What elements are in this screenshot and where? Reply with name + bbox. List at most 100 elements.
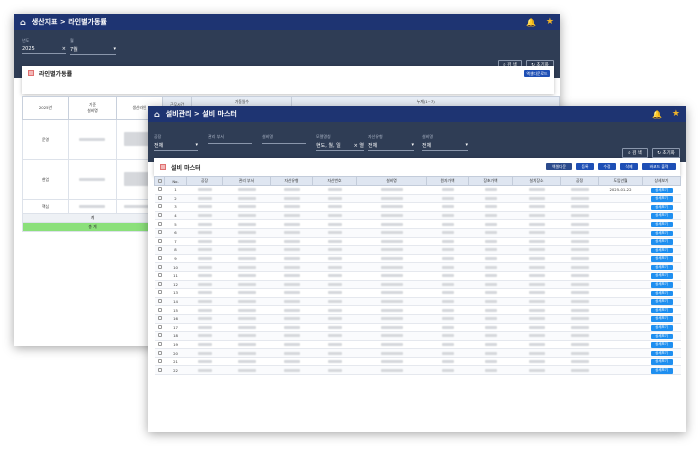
detail-view-button[interactable]: 상세보기 <box>650 368 673 374</box>
detail-view-button[interactable]: 상세보기 <box>650 290 673 297</box>
star-icon[interactable]: ★ <box>672 109 680 119</box>
detail-view-button[interactable]: 상세보기 <box>650 239 673 245</box>
table-row[interactable]: 7 상세보기 <box>154 237 681 247</box>
detail-view-button[interactable]: 상세보기 <box>650 325 673 331</box>
table-row[interactable]: 2 상세보기 <box>154 194 681 204</box>
row-checkbox[interactable] <box>157 238 162 243</box>
column-header[interactable]: 설치장소 <box>512 176 561 186</box>
detail-view-button[interactable]: 상세보기 <box>650 299 673 305</box>
department-filter[interactable]: 관리 부서 <box>208 134 252 144</box>
row-checkbox[interactable] <box>157 204 162 209</box>
column-header[interactable]: 자산유형 <box>270 176 313 186</box>
table-row[interactable]: 20 상세보기 <box>154 348 681 358</box>
star-icon[interactable]: ★ <box>546 17 554 27</box>
column-header[interactable]: 자산번호 <box>312 176 357 186</box>
column-header[interactable]: 공정 <box>560 176 599 186</box>
row-checkbox[interactable] <box>157 359 162 364</box>
detail-view-button[interactable]: 상세보기 <box>650 256 673 262</box>
detail-view-button[interactable]: 상세보기 <box>650 204 673 211</box>
row-checkbox[interactable] <box>157 281 162 286</box>
row-checkbox[interactable] <box>157 273 162 278</box>
table-row[interactable]: 8 상세보기 <box>154 245 681 255</box>
table-row[interactable]: 15 상세보기 <box>154 305 681 315</box>
detail-view-button[interactable]: 상세보기 <box>650 316 673 322</box>
search-button[interactable]: ⌕ 검 색 <box>622 148 648 158</box>
table-row[interactable]: 22 상세보기 <box>154 365 681 376</box>
asset-type-filter[interactable]: 자산유형 전체 ▾ <box>368 134 414 151</box>
detail-view-button[interactable]: 상세보기 <box>650 282 673 288</box>
detail-view-button[interactable]: 상세보기 <box>650 264 673 271</box>
factory-filter[interactable]: 공장 전체 ▾ <box>154 134 198 151</box>
detail-view-button[interactable]: 상세보기 <box>650 187 673 194</box>
detail-view-button[interactable]: 상세보기 <box>650 359 673 365</box>
table-row[interactable]: 12 상세보기 <box>154 280 681 290</box>
excel-download-button[interactable]: 엑셀다운 <box>546 163 572 170</box>
row-checkbox[interactable] <box>157 341 162 346</box>
detail-view-button[interactable]: 상세보기 <box>650 307 673 314</box>
edit-button[interactable]: 수정 <box>598 163 616 170</box>
equipment-name-filter[interactable]: 설비명 <box>262 134 306 144</box>
row-checkbox[interactable] <box>157 195 162 200</box>
table-row[interactable]: 1 2025-01-22 상세보기 <box>154 185 681 195</box>
delete-button[interactable]: 삭제 <box>620 163 638 170</box>
barcode-print-button[interactable]: 바코드 출력 <box>642 163 676 170</box>
column-header[interactable]: 상세보기 <box>642 176 681 186</box>
equipment-filter[interactable]: 설비명 전체 ▾ <box>422 134 468 151</box>
detail-view-button[interactable]: 상세보기 <box>650 273 673 279</box>
year-filter[interactable]: 년도 2025 × <box>22 38 66 54</box>
table-row[interactable]: 5 상세보기 <box>154 219 681 229</box>
month-filter[interactable]: 월 7월 ▾ <box>70 38 116 55</box>
row-checkbox[interactable] <box>157 324 162 329</box>
clear-icon[interactable]: × 열 <box>354 142 364 149</box>
column-header[interactable]: 관리 부서 <box>222 176 271 186</box>
column-header[interactable]: 원자가액 <box>426 176 469 186</box>
row-checkbox[interactable] <box>157 316 162 321</box>
table-row[interactable]: 21 상세보기 <box>154 357 681 367</box>
row-checkbox[interactable] <box>157 221 162 226</box>
table-row[interactable]: 17 상세보기 <box>154 323 681 333</box>
register-button[interactable]: 등록 <box>576 163 594 170</box>
detail-view-button[interactable]: 상세보기 <box>650 350 673 357</box>
row-checkbox[interactable] <box>157 299 162 304</box>
column-header[interactable]: 설비명 <box>356 176 427 186</box>
model-filter[interactable]: 모델명칭 현도, 월, 일 × 열 <box>316 134 364 151</box>
clear-icon[interactable]: × <box>62 46 66 52</box>
table-row[interactable]: 13 상세보기 <box>154 288 681 298</box>
table-row[interactable]: 9 상세보기 <box>154 254 681 264</box>
detail-view-button[interactable]: 상세보기 <box>650 221 673 228</box>
detail-view-button[interactable]: 상세보기 <box>650 342 673 348</box>
row-checkbox[interactable] <box>157 350 162 355</box>
table-row[interactable]: 4 상세보기 <box>154 211 681 221</box>
bell-icon[interactable]: 🔔 <box>652 110 662 119</box>
column-header[interactable]: No. <box>164 176 187 186</box>
table-row[interactable]: 10 상세보기 <box>154 262 681 272</box>
table-row[interactable]: 14 상세보기 <box>154 297 681 307</box>
table-row[interactable]: 18 상세보기 <box>154 331 681 341</box>
home-icon[interactable]: ⌂ <box>154 110 160 119</box>
detail-view-button[interactable]: 상세보기 <box>650 230 673 237</box>
table-row[interactable]: 19 상세보기 <box>154 340 681 350</box>
row-checkbox[interactable] <box>157 307 162 312</box>
table-row[interactable]: 16 상세보기 <box>154 314 681 324</box>
detail-view-button[interactable]: 상세보기 <box>650 196 673 202</box>
detail-view-button[interactable]: 상세보기 <box>650 333 673 340</box>
select-all-checkbox[interactable] <box>157 178 162 183</box>
detail-view-button[interactable]: 상세보기 <box>650 213 673 219</box>
excel-download-button[interactable]: 엑셀다운로드 <box>524 70 550 77</box>
row-checkbox[interactable] <box>157 247 162 252</box>
row-checkbox[interactable] <box>157 256 162 261</box>
column-header[interactable]: 공장 <box>186 176 223 186</box>
table-row[interactable]: 3 상세보기 <box>154 202 681 212</box>
row-checkbox[interactable] <box>157 213 162 218</box>
reset-button[interactable]: ↻ 초기화 <box>652 148 680 158</box>
row-checkbox[interactable] <box>157 230 162 235</box>
row-checkbox[interactable] <box>157 367 162 372</box>
column-header[interactable]: 장초가액 <box>468 176 513 186</box>
home-icon[interactable]: ⌂ <box>20 18 26 27</box>
column-header[interactable]: 도입년월 <box>598 176 643 186</box>
row-checkbox[interactable] <box>157 290 162 295</box>
row-checkbox[interactable] <box>157 264 162 269</box>
table-row[interactable]: 11 상세보기 <box>154 271 681 281</box>
row-checkbox[interactable] <box>157 333 162 338</box>
row-checkbox[interactable] <box>157 187 162 192</box>
